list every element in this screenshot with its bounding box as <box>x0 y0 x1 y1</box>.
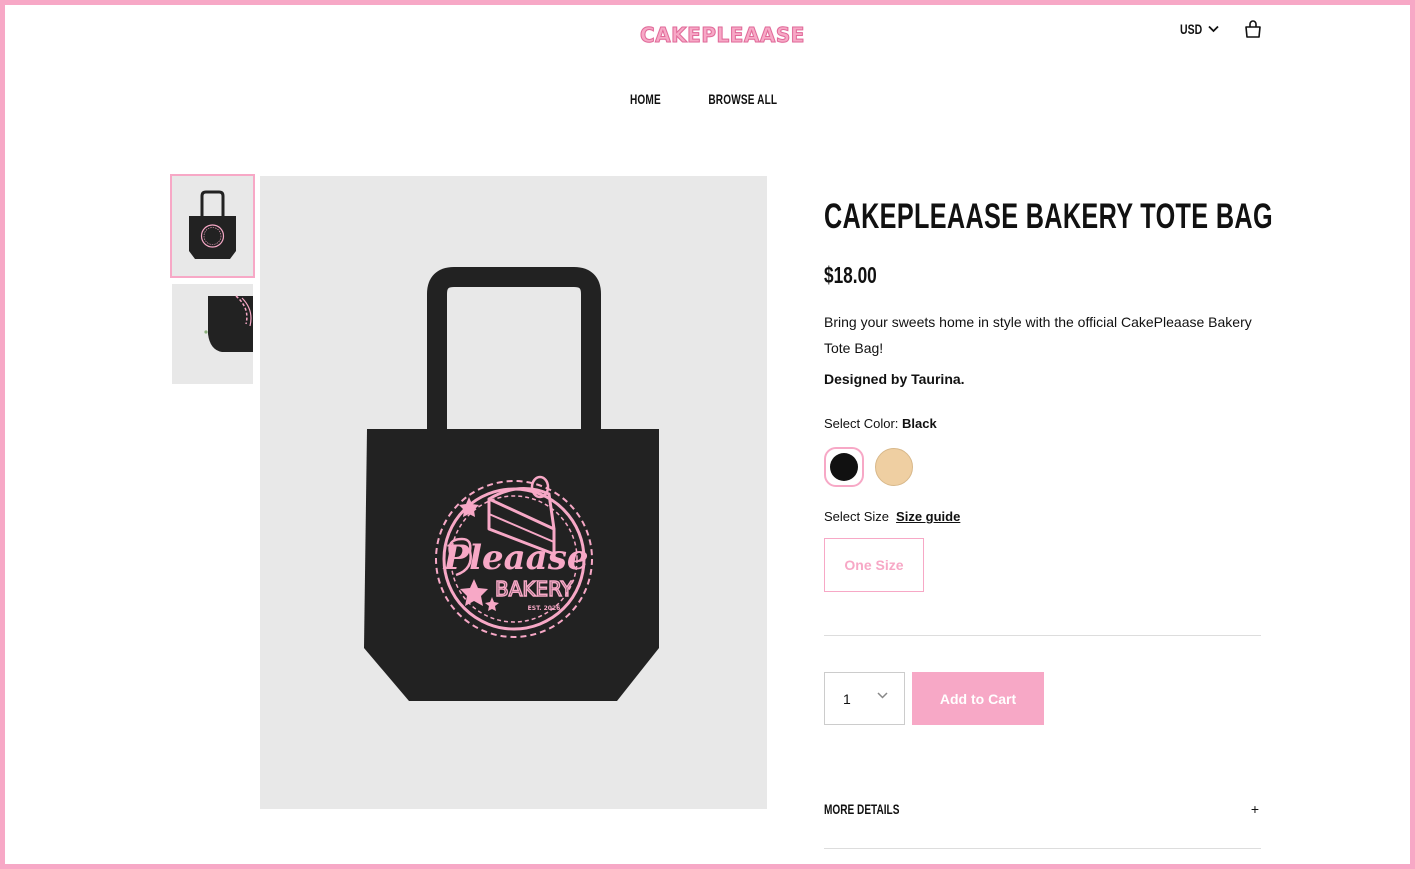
brand-logo[interactable]: CAKEPLEAASE <box>640 19 805 51</box>
nav-browse-all[interactable]: BROWSE ALL <box>708 91 777 107</box>
quantity-value: 1 <box>843 690 851 707</box>
color-label: Select Color: Black <box>824 416 937 431</box>
color-label-text: Select Color: <box>824 416 899 431</box>
product-price: $18.00 <box>824 262 877 288</box>
tote-bag-image: Pleaase BAKERY EST. 2026 <box>260 176 767 809</box>
color-swatch-tan[interactable] <box>874 447 914 487</box>
color-swatch-black[interactable] <box>824 447 864 487</box>
more-details-label: MORE DETAILS <box>824 801 900 817</box>
divider <box>824 635 1261 636</box>
main-nav: HOME BROWSE ALL <box>5 91 1410 107</box>
size-option-one-size[interactable]: One Size <box>824 538 924 592</box>
more-details-accordion[interactable]: MORE DETAILS + <box>824 801 1261 817</box>
tote-thumbnail-image <box>172 176 253 276</box>
shopping-bag-icon[interactable] <box>1243 19 1263 39</box>
product-title: CAKEPLEAASE BAKERY TOTE BAG <box>824 197 1273 236</box>
size-guide-link[interactable]: Size guide <box>896 509 960 524</box>
size-label: Select Size Size guide <box>824 509 960 524</box>
artwork-est-text: EST. 2026 <box>528 605 561 612</box>
tan-swatch-dot <box>875 448 913 486</box>
black-swatch-dot <box>830 453 858 481</box>
currency-selector[interactable]: USD <box>1180 21 1219 37</box>
page-frame: CAKEPLEAASE USD HOME BROWSE ALL Pleaase … <box>5 5 1410 864</box>
artwork-bakery-text: BAKERY <box>495 577 574 601</box>
plus-icon: + <box>1250 801 1259 817</box>
product-main-image[interactable]: Pleaase BAKERY EST. 2026 <box>260 176 767 809</box>
logo-text: CAKEPLEAASE <box>640 23 805 48</box>
chevron-down-icon <box>877 692 888 699</box>
quantity-select[interactable]: 1 <box>824 672 905 725</box>
size-label-text: Select Size <box>824 509 890 524</box>
currency-label: USD <box>1180 21 1203 37</box>
thumbnail-detail[interactable] <box>172 284 253 384</box>
product-designer: Designed by Taurina. <box>824 371 965 387</box>
thumbnail-front[interactable] <box>170 174 255 278</box>
tote-detail-image <box>172 284 253 384</box>
nav-home[interactable]: HOME <box>630 91 661 107</box>
product-description: Bring your sweets home in style with the… <box>824 314 1252 356</box>
chevron-down-icon <box>1208 25 1219 33</box>
add-to-cart-button[interactable]: Add to Cart <box>912 672 1044 725</box>
selected-color-name: Black <box>902 416 937 431</box>
artwork-script-text: Pleaase <box>443 538 589 578</box>
divider <box>824 848 1261 849</box>
